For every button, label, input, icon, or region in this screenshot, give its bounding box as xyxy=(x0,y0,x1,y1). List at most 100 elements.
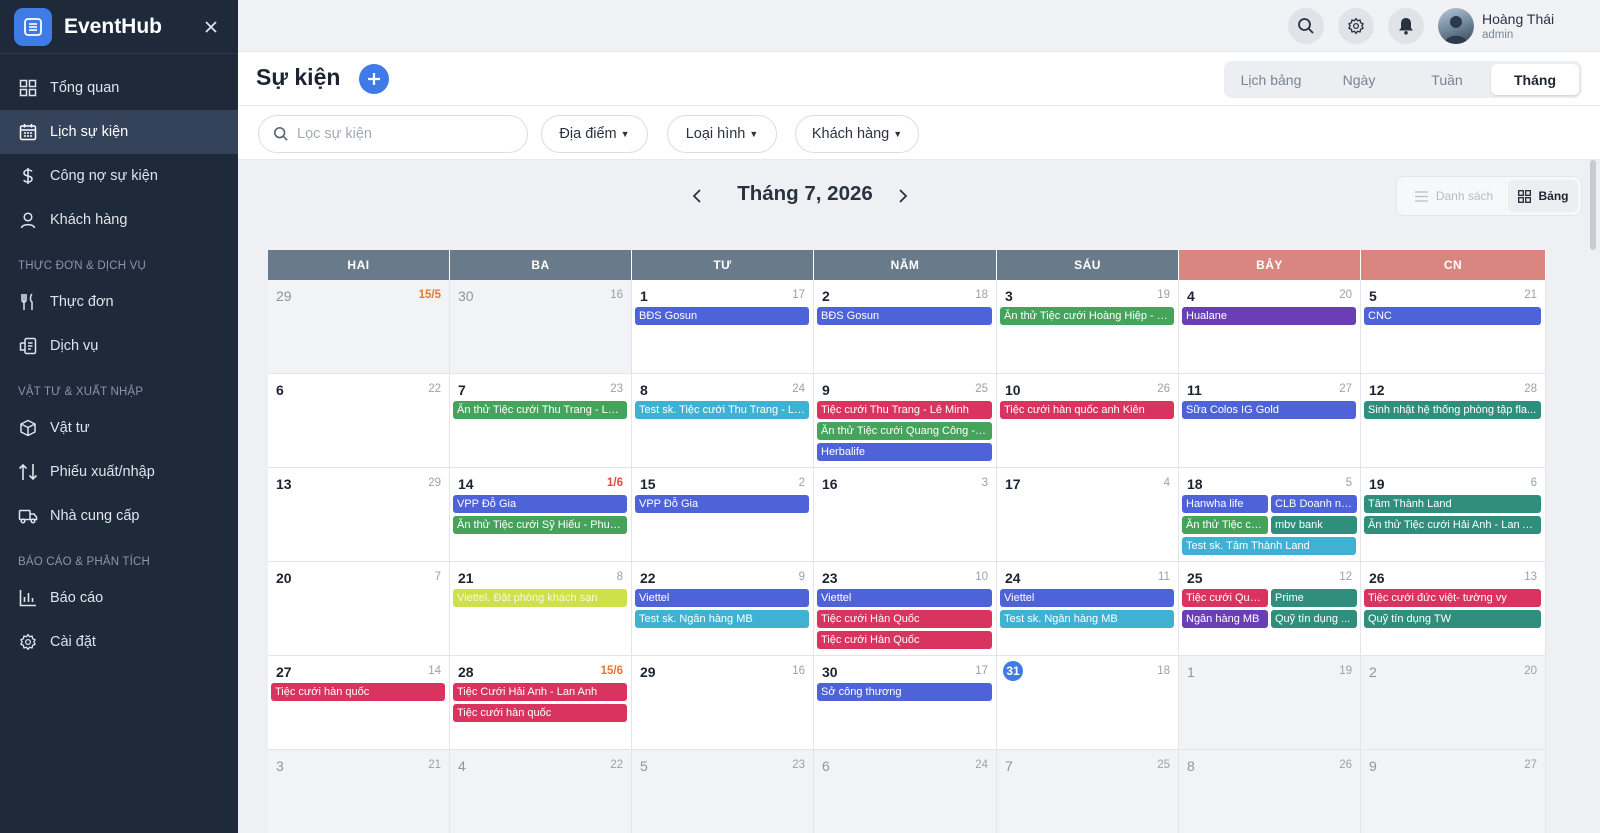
avatar[interactable] xyxy=(1438,8,1474,44)
day-cell[interactable]: 9 27 xyxy=(1361,750,1546,833)
event-chip[interactable]: Prime xyxy=(1271,589,1357,607)
sidebar-item-customers[interactable]: Khách hàng xyxy=(0,198,238,242)
day-cell[interactable]: 26 13 Tiệc cưới đức việt- tường vy Quỹ tín … xyxy=(1361,562,1546,656)
tab-week[interactable]: Tuần xyxy=(1403,64,1491,95)
day-cell[interactable]: 22 9 Viettel Test sk. Ngân hàng MB xyxy=(632,562,814,656)
day-cell[interactable]: 10 26 Tiệc cưới hàn quốc anh Kiên xyxy=(997,374,1179,468)
day-cell[interactable]: 24 11 Viettel Test sk. Ngân hàng MB xyxy=(997,562,1179,656)
day-cell[interactable]: 25 12 Tiệc cưới Qua... Prime Ngân hàng MB Quỹ… xyxy=(1179,562,1361,656)
event-chip[interactable]: Tiệc cưới hàn quốc xyxy=(271,683,445,701)
event-chip[interactable]: CNC xyxy=(1364,307,1541,325)
day-cell[interactable]: 23 10 Viettel Tiệc cưới Hàn Quốc Tiệc cưới H… xyxy=(814,562,997,656)
day-cell[interactable]: 2 18 BĐS Gosun xyxy=(814,280,997,374)
event-chip[interactable]: Tiệc cưới Thu Trang - Lê Minh xyxy=(817,401,992,419)
search-icon[interactable] xyxy=(1288,8,1324,44)
event-chip[interactable]: Viettel xyxy=(635,589,809,607)
day-cell[interactable]: 31 18 xyxy=(997,656,1179,750)
list-mode-button[interactable]: Danh sách xyxy=(1400,180,1508,212)
day-cell[interactable]: 7 23 Ăn thử Tiệc cưới Thu Trang - Lê ... xyxy=(450,374,632,468)
gear-icon[interactable] xyxy=(1338,8,1374,44)
day-cell[interactable]: 2 20 xyxy=(1361,656,1546,750)
event-chip[interactable]: Viettel. Đặt phòng khách sạn xyxy=(453,589,627,607)
event-chip[interactable]: Herbalife xyxy=(817,443,992,461)
day-cell[interactable]: 30 16 xyxy=(450,280,632,374)
event-chip[interactable]: Ăn thử Tiệc cưới Hoàng Hiệp - T... xyxy=(1000,307,1174,325)
event-chip[interactable]: Tâm Thành Land xyxy=(1364,495,1541,513)
day-cell[interactable]: 1 17 BĐS Gosun xyxy=(632,280,814,374)
event-chip[interactable]: Tiệc cưới Qua... xyxy=(1182,589,1268,607)
day-cell[interactable]: 8 26 xyxy=(1179,750,1361,833)
board-mode-button[interactable]: Bảng xyxy=(1508,180,1578,212)
event-chip[interactable]: Viettel xyxy=(817,589,992,607)
event-chip[interactable]: Ăn thử Tiệc cư... xyxy=(1182,516,1268,534)
event-chip[interactable]: Sở công thương xyxy=(817,683,992,701)
day-cell[interactable]: 6 24 xyxy=(814,750,997,833)
day-cell[interactable]: 19 6 Tâm Thành Land Ăn thử Tiệc cưới Hải An… xyxy=(1361,468,1546,562)
close-sidebar-icon[interactable] xyxy=(198,14,224,40)
event-chip[interactable]: Test sk. Tâm Thành Land xyxy=(1182,537,1356,555)
event-chip[interactable]: Sữa Colos IG Gold xyxy=(1182,401,1356,419)
event-chip[interactable]: Test sk. Ngân hàng MB xyxy=(1000,610,1174,628)
day-cell[interactable]: 5 21 CNC xyxy=(1361,280,1546,374)
event-chip[interactable]: CLB Doanh nh... xyxy=(1271,495,1357,513)
sidebar-item-services[interactable]: Dịch vụ xyxy=(0,324,238,368)
event-chip[interactable]: Tiệc cưới hàn quốc anh Kiên xyxy=(1000,401,1174,419)
customer-filter-dropdown[interactable]: Khách hàng ▼ xyxy=(795,115,919,153)
event-chip[interactable]: Ăn thử Tiệc cưới Sỹ Hiếu - Phud... xyxy=(453,516,627,534)
day-cell[interactable]: 3 19 Ăn thử Tiệc cưới Hoàng Hiệp - T... xyxy=(997,280,1179,374)
event-chip[interactable]: Tiệc cưới hàn quốc xyxy=(453,704,627,722)
day-cell[interactable]: 13 29 xyxy=(268,468,450,562)
day-cell[interactable]: 18 5 Hanwha life CLB Doanh nh... Ăn thử Tiệc… xyxy=(1179,468,1361,562)
event-chip[interactable]: Ăn thử Tiệc cưới Thu Trang - Lê ... xyxy=(453,401,627,419)
day-cell[interactable]: 29 16 xyxy=(632,656,814,750)
day-cell[interactable]: 3 21 xyxy=(268,750,450,833)
day-cell[interactable]: 4 22 xyxy=(450,750,632,833)
day-cell[interactable]: 8 24 Test sk. Tiệc cưới Thu Trang - Lê... xyxy=(632,374,814,468)
day-cell[interactable]: 5 23 xyxy=(632,750,814,833)
sidebar-item-event-calendar[interactable]: Lịch sự kiện xyxy=(0,110,238,154)
day-cell[interactable]: 11 27 Sữa Colos IG Gold xyxy=(1179,374,1361,468)
event-chip[interactable]: VPP Đỗ Gia xyxy=(453,495,627,513)
day-cell[interactable]: 16 3 xyxy=(814,468,997,562)
next-month-icon[interactable] xyxy=(891,184,915,208)
event-chip[interactable]: Test sk. Tiệc cưới Thu Trang - Lê... xyxy=(635,401,809,419)
sidebar-item-overview[interactable]: Tổng quan xyxy=(0,66,238,110)
event-chip[interactable]: Ngân hàng MB xyxy=(1182,610,1268,628)
event-chip[interactable]: Ăn thử Tiệc cưới Quang Công - T... xyxy=(817,422,992,440)
day-cell[interactable]: 12 28 Sinh nhật hệ thống phòng tập fla... xyxy=(1361,374,1546,468)
event-chip[interactable]: Sinh nhật hệ thống phòng tập fla... xyxy=(1364,401,1541,419)
event-chip[interactable]: Tiệc cưới đức việt- tường vy xyxy=(1364,589,1541,607)
day-cell[interactable]: 28 15/6 Tiệc Cưới Hải Anh - Lan Anh Tiệc cư… xyxy=(450,656,632,750)
bell-icon[interactable] xyxy=(1388,8,1424,44)
day-cell[interactable]: 6 22 xyxy=(268,374,450,468)
event-chip[interactable]: BĐS Gosun xyxy=(817,307,992,325)
event-chip[interactable]: BĐS Gosun xyxy=(635,307,809,325)
day-cell[interactable]: 20 7 xyxy=(268,562,450,656)
event-chip[interactable]: Tiệc cưới Hàn Quốc xyxy=(817,610,992,628)
event-chip[interactable]: Hualane xyxy=(1182,307,1356,325)
tab-month[interactable]: Tháng xyxy=(1491,64,1579,95)
event-chip[interactable]: Test sk. Ngân hàng MB xyxy=(635,610,809,628)
sidebar-item-materials[interactable]: Vật tư xyxy=(0,406,238,450)
scrollbar[interactable] xyxy=(1590,160,1596,250)
sidebar-item-suppliers[interactable]: Nhà cung cấp xyxy=(0,494,238,538)
sidebar-item-import-export[interactable]: Phiếu xuất/nhập xyxy=(0,450,238,494)
day-cell[interactable]: 15 2 VPP Đỗ Gia xyxy=(632,468,814,562)
event-chip[interactable]: Tiệc Cưới Hải Anh - Lan Anh xyxy=(453,683,627,701)
sidebar-item-event-debts[interactable]: Công nợ sự kiện xyxy=(0,154,238,198)
day-cell[interactable]: 21 8 Viettel. Đặt phòng khách sạn xyxy=(450,562,632,656)
event-chip[interactable]: Hanwha life xyxy=(1182,495,1268,513)
event-chip[interactable]: Quỹ tín dụng TW xyxy=(1364,610,1541,628)
day-cell[interactable]: 1 19 xyxy=(1179,656,1361,750)
event-chip[interactable]: mbv bank xyxy=(1271,516,1357,534)
day-cell[interactable]: 29 15/5 xyxy=(268,280,450,374)
location-filter-dropdown[interactable]: Địa điểm ▼ xyxy=(541,115,648,153)
sidebar-item-settings[interactable]: Cài đặt xyxy=(0,620,238,664)
event-chip[interactable]: VPP Đỗ Gia xyxy=(635,495,809,513)
day-cell[interactable]: 30 17 Sở công thương xyxy=(814,656,997,750)
event-chip[interactable]: Tiệc cưới Hàn Quốc xyxy=(817,631,992,649)
day-cell[interactable]: 17 4 xyxy=(997,468,1179,562)
search-input[interactable] xyxy=(297,126,497,142)
sidebar-item-reports[interactable]: Báo cáo xyxy=(0,576,238,620)
event-chip[interactable]: Ăn thử Tiệc cưới Hải Anh - Lan A... xyxy=(1364,516,1541,534)
